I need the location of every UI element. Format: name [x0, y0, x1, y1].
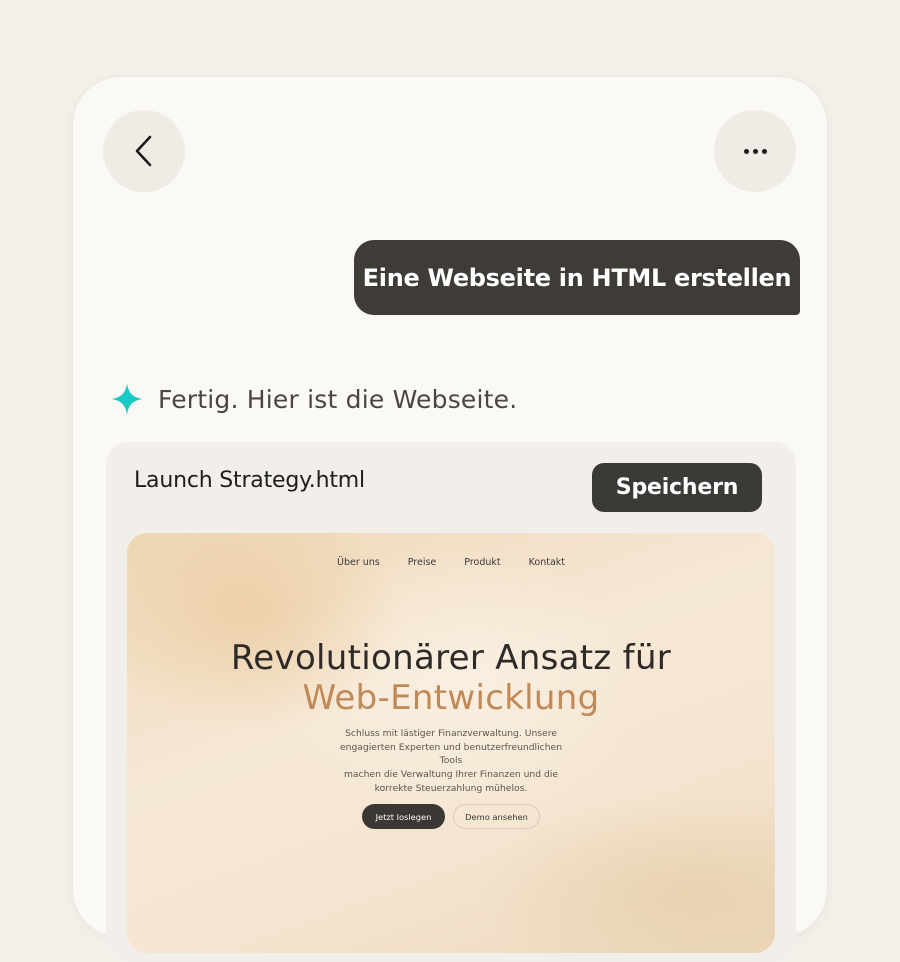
back-button[interactable] [103, 110, 185, 192]
assistant-message: Fertig. Hier ist die Webseite. [110, 379, 517, 419]
nav-link-contact[interactable]: Kontakt [529, 557, 565, 568]
nav-link-about[interactable]: Über uns [337, 557, 380, 568]
user-message-bubble: Eine Webseite in HTML erstellen [354, 240, 800, 315]
get-started-button[interactable]: Jetzt loslegen [362, 804, 445, 829]
chevron-left-icon [135, 135, 152, 167]
preview-nav: Über uns Preise Produkt Kontakt [127, 557, 775, 568]
file-name: Launch Strategy.html [134, 468, 365, 493]
hero-description-line: Schluss mit lästiger Finanzverwaltung. U… [345, 728, 557, 739]
nav-link-pricing[interactable]: Preise [408, 557, 437, 568]
user-message-text: Eine Webseite in HTML erstellen [362, 263, 792, 292]
hero-description: Schluss mit lästiger Finanzverwaltung. U… [331, 727, 571, 796]
hero-title-accent: Web-Entwicklung [302, 678, 600, 718]
hero-description-line: engagierten Experten und benutzerfreundl… [339, 741, 563, 767]
more-horizontal-icon [743, 148, 767, 154]
save-button[interactable]: Speichern [592, 463, 762, 512]
chat-screen: Eine Webseite in HTML erstellen Fertig. … [73, 77, 827, 962]
hero-title-line1: Revolutionärer Ansatz für [230, 638, 672, 678]
hero-description-line: korrekte Steuerzahlung mühelos. [374, 782, 528, 794]
assistant-message-text: Fertig. Hier ist die Webseite. [158, 384, 518, 414]
hero-description-line: machen die Verwaltung Ihrer Finanzen und… [343, 769, 559, 781]
nav-link-product[interactable]: Produkt [464, 557, 500, 568]
hero-title: Revolutionärer Ansatz für Web-Entwicklun… [127, 638, 775, 718]
website-preview[interactable]: Über uns Preise Produkt Kontakt Revoluti… [127, 533, 775, 953]
sparkle-icon [111, 383, 143, 415]
more-options-button[interactable] [714, 110, 796, 192]
view-demo-button[interactable]: Demo ansehen [453, 804, 540, 829]
file-card: Launch Strategy.html Speichern Über uns … [106, 442, 796, 962]
